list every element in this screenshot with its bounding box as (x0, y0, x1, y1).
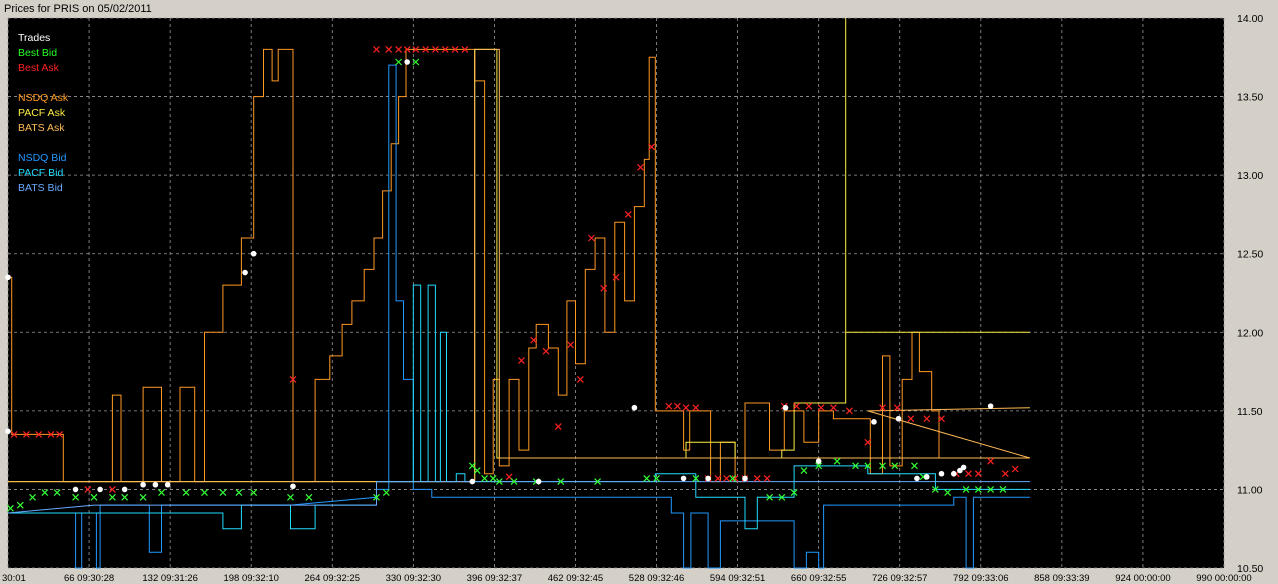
legend-item-pacf-ask: PACF Ask (18, 107, 66, 119)
x-tick-label: 924 00:00:00 (1115, 573, 1170, 584)
y-tick-label: 13.50 (1237, 92, 1263, 104)
legend-item-best-bid: Best Bid (18, 47, 58, 59)
trade-point (895, 415, 902, 422)
x-tick-label: 198 09:32:10 (223, 573, 278, 584)
y-tick-label: 12.50 (1237, 249, 1263, 261)
trade-point (950, 470, 957, 477)
trade-point (631, 404, 638, 411)
trade-point (815, 458, 822, 464)
trade-point (121, 486, 128, 493)
x-tick-label: 858 09:33:39 (1034, 573, 1089, 584)
legend-item-nsdq-ask: NSDQ Ask (18, 92, 69, 104)
trade-point (680, 475, 687, 482)
trade-point (250, 250, 257, 257)
x-tick-label: 726 09:32:57 (872, 573, 927, 584)
trade-point (871, 419, 877, 425)
trade-point (535, 478, 542, 485)
y-tick-label: 14.00 (1237, 13, 1263, 25)
x-tick-label: 990 00:00:00 (1196, 573, 1251, 584)
x-tick-label: 792 09:33:06 (953, 573, 1008, 584)
trade-point (5, 428, 11, 435)
chart-window: 14.00 13.50 13.00 12.50 12.00 11.50 11.00 10.50… (0, 0, 1278, 584)
trade-point (242, 269, 248, 276)
trade-point (960, 464, 967, 471)
trade-point (923, 474, 930, 480)
x-tick-label: 462 09:32:45 (548, 573, 603, 584)
x-tick-label: 330 09:32:30 (386, 573, 441, 584)
legend-item-best-ask: Best Ask (18, 62, 59, 74)
x-tick-label: 30:01 (2, 573, 26, 584)
y-tick-label: 11.50 (1237, 406, 1263, 418)
trade-point (97, 486, 103, 493)
x-tick-label: 132 09:31:26 (142, 573, 197, 584)
x-tick-label: 594 09:32:51 (710, 573, 765, 584)
y-tick-label: 12.00 (1237, 327, 1263, 339)
x-tick-label: 660 09:32:55 (791, 573, 846, 584)
trade-point (140, 481, 146, 488)
trade-point (469, 478, 476, 485)
legend-item-pacf-bid: PACF Bid (18, 167, 64, 179)
legend-item-bats-ask: BATS Ask (18, 122, 65, 134)
x-tick-label: 528 09:32:46 (629, 573, 684, 584)
trade-point (290, 483, 296, 490)
x-tick-label: 396 09:32:37 (467, 573, 522, 584)
trade-point (938, 470, 945, 477)
trade-point (705, 475, 711, 482)
trade-point (782, 404, 789, 411)
chart-title: Prices for PRIS on 05/02/2011 (4, 3, 152, 15)
x-tick-label: 264 09:32:25 (305, 573, 360, 584)
legend-item-nsdq-bid: NSDQ Bid (18, 152, 67, 164)
price-chart: 14.0013.5013.0012.5012.0011.5011.0010.50… (2, 13, 1263, 584)
x-tick-label: 66 09:30:28 (64, 573, 114, 584)
x-axis: 30:01 66 09:30:28 132 09:31:26 198 09:32:10… (2, 573, 1252, 584)
trade-point (404, 59, 410, 65)
y-tick-label: 13.00 (1237, 170, 1263, 182)
legend-spacer (18, 136, 68, 151)
legend: Trades Best Bid Best Ask NSDQ Ask PACF A… (18, 31, 68, 196)
y-tick-label: 11.00 (1237, 484, 1263, 496)
plot-area (8, 18, 1224, 568)
trade-point (742, 475, 748, 482)
trade-point (5, 274, 11, 281)
trade-point (914, 475, 920, 482)
trade-point (72, 486, 79, 493)
y-axis: 14.0013.5013.0012.5012.0011.5011.0010.50 (1237, 13, 1263, 575)
trade-point (987, 403, 994, 409)
trade-point (152, 481, 159, 488)
legend-item-trades: Trades (18, 32, 51, 44)
legend-item-bats-bid: BATS Bid (18, 182, 63, 194)
legend-spacer (18, 76, 68, 91)
trade-point (164, 481, 171, 488)
